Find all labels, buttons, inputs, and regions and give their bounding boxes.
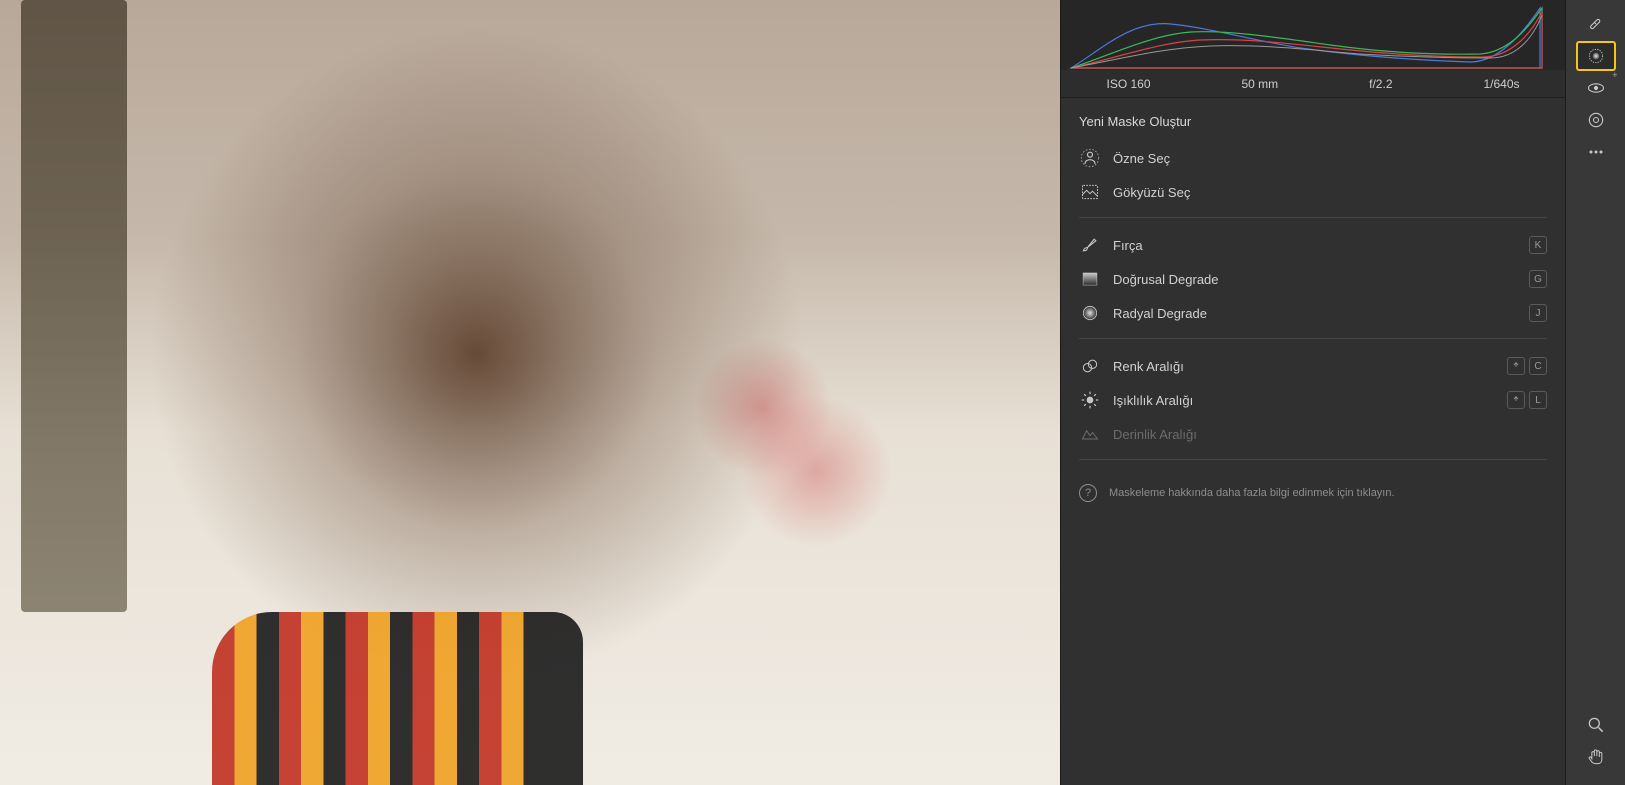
linear-gradient-icon (1079, 268, 1101, 290)
color-range-shortcut: C (1507, 357, 1547, 375)
brush-shortcut: K (1529, 236, 1547, 254)
exif-aperture: f/2.2 (1369, 77, 1392, 91)
divider (1079, 459, 1547, 460)
zoom-tool[interactable] (1576, 710, 1616, 740)
luminance-shortcut: L (1507, 391, 1547, 409)
help-link[interactable]: ? Maskeleme hakkında daha fazla bilgi ed… (1075, 470, 1551, 516)
masking-tool[interactable] (1576, 41, 1616, 71)
luminance-range-label: Işıklılık Aralığı (1113, 393, 1507, 408)
linear-gradient-label: Doğrusal Degrade (1113, 272, 1529, 287)
sky-icon (1079, 181, 1101, 203)
exif-iso: ISO 160 (1106, 77, 1150, 91)
exif-bar: ISO 160 50 mm f/2.2 1/640s (1061, 70, 1565, 98)
brush-mask[interactable]: Fırça K (1075, 228, 1551, 262)
presets-tool[interactable] (1576, 105, 1616, 135)
right-panel: ISO 160 50 mm f/2.2 1/640s Yeni Maske Ol… (1060, 0, 1565, 785)
color-range-icon (1079, 355, 1101, 377)
hand-tool[interactable] (1576, 742, 1616, 772)
mask-panel: Yeni Maske Oluştur Özne Seç Gökyüzü Seç … (1061, 98, 1565, 785)
divider (1079, 338, 1547, 339)
color-range-label: Renk Aralığı (1113, 359, 1507, 374)
help-text: Maskeleme hakkında daha fazla bilgi edin… (1109, 487, 1395, 499)
depth-range-icon (1079, 423, 1101, 445)
healing-tool[interactable] (1576, 9, 1616, 39)
divider (1079, 217, 1547, 218)
photo-placeholder (0, 0, 1060, 785)
radial-gradient-icon (1079, 302, 1101, 324)
histogram[interactable] (1061, 0, 1565, 70)
radial-shortcut: J (1529, 304, 1547, 322)
select-subject[interactable]: Özne Seç (1075, 141, 1551, 175)
tool-rail: + (1565, 0, 1625, 785)
radial-gradient-label: Radyal Degrade (1113, 306, 1529, 321)
color-range-mask[interactable]: Renk Aralığı C (1075, 349, 1551, 383)
linear-gradient-mask[interactable]: Doğrusal Degrade G (1075, 262, 1551, 296)
depth-range-label: Derinlik Aralığı (1113, 427, 1547, 442)
luminance-range-mask[interactable]: Işıklılık Aralığı L (1075, 383, 1551, 417)
redeye-tool[interactable]: + (1576, 73, 1616, 103)
select-sky-label: Gökyüzü Seç (1113, 185, 1547, 200)
brush-label: Fırça (1113, 238, 1529, 253)
subject-icon (1079, 147, 1101, 169)
linear-shortcut: G (1529, 270, 1547, 288)
radial-gradient-mask[interactable]: Radyal Degrade J (1075, 296, 1551, 330)
brush-icon (1079, 234, 1101, 256)
depth-range-mask: Derinlik Aralığı (1075, 417, 1551, 451)
select-subject-label: Özne Seç (1113, 151, 1547, 166)
exif-shutter: 1/640s (1483, 77, 1519, 91)
exif-focal: 50 mm (1241, 77, 1278, 91)
more-tool[interactable] (1576, 137, 1616, 167)
select-sky[interactable]: Gökyüzü Seç (1075, 175, 1551, 209)
help-icon: ? (1079, 484, 1097, 502)
luminance-range-icon (1079, 389, 1101, 411)
image-viewport[interactable] (0, 0, 1060, 785)
plus-icon: + (1612, 71, 1617, 80)
panel-title: Yeni Maske Oluştur (1075, 108, 1551, 141)
